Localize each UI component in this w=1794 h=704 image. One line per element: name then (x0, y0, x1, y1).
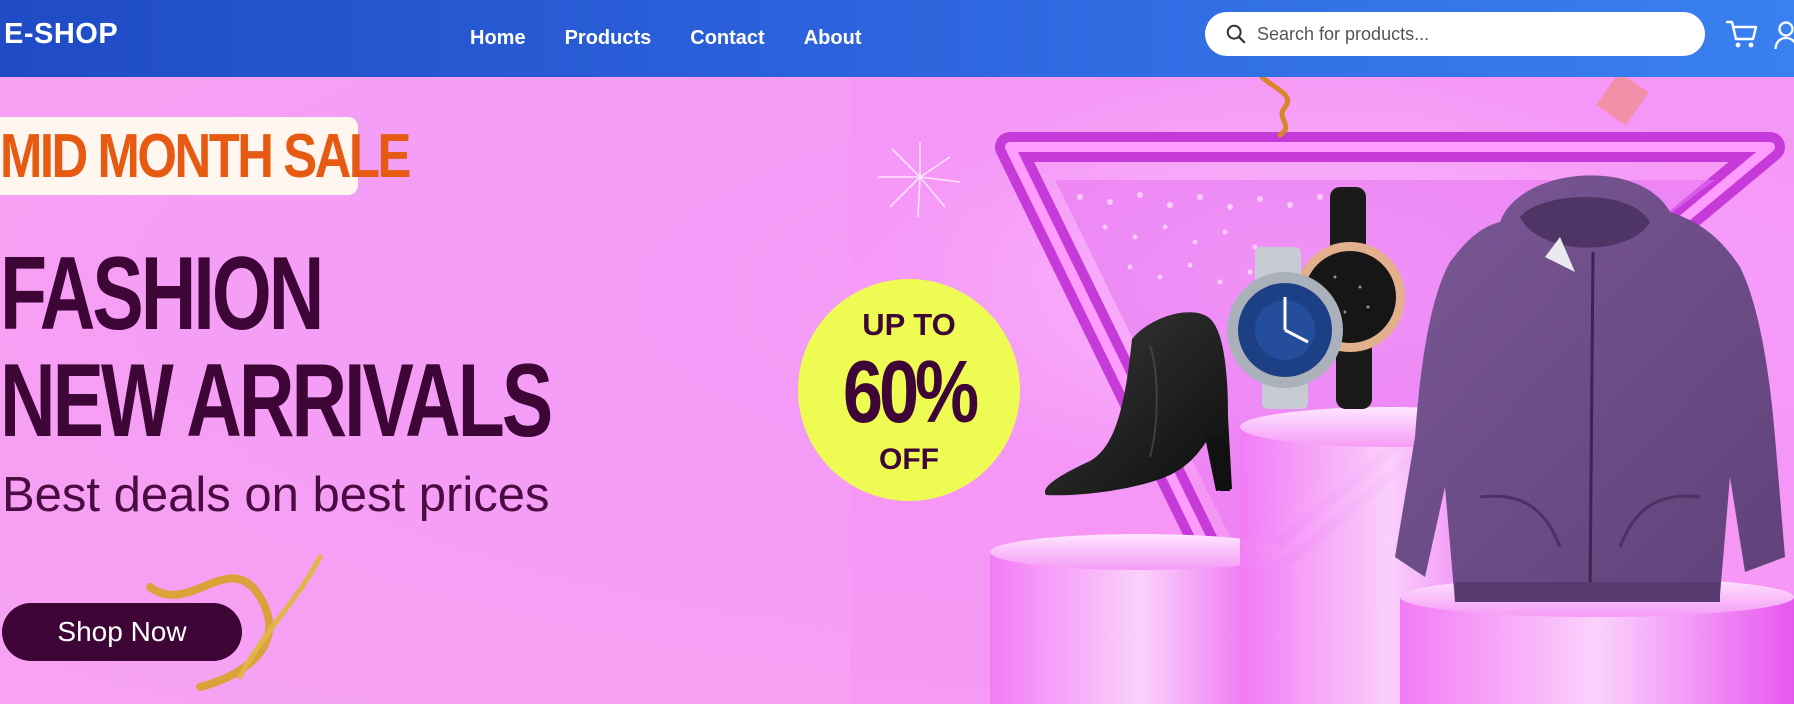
main-nav: Home Products Contact About (470, 0, 861, 77)
hero-subtitle: Best deals on best prices (2, 468, 550, 522)
nav-link-contact[interactable]: Contact (690, 27, 764, 50)
top-navbar: E-SHOP Home Products Contact About (0, 0, 1794, 77)
hero-headline-line1: FASHION (0, 236, 324, 352)
discount-badge-percent: 60% (842, 342, 979, 441)
user-icon[interactable] (1774, 20, 1794, 50)
hero-banner: MID MONTH SALE FASHION NEW ARRIVALS Best… (0, 77, 1794, 704)
discount-badge-line1: UP TO (862, 307, 956, 342)
nav-link-products[interactable]: Products (565, 27, 652, 50)
nav-link-home[interactable]: Home (470, 27, 526, 50)
search-icon[interactable] (1225, 23, 1247, 45)
discount-badge: UP TO 60% OFF (798, 279, 1020, 501)
discount-badge-line3: OFF (879, 443, 939, 476)
site-logo[interactable]: E-SHOP (4, 18, 118, 51)
sale-tag: MID MONTH SALE (0, 117, 411, 195)
nav-link-about[interactable]: About (804, 27, 862, 50)
hero-headline-line2: NEW ARRIVALS (0, 343, 553, 459)
cart-icon[interactable] (1725, 18, 1759, 50)
sale-tag-label: MID MONTH SALE (0, 122, 411, 191)
search-input[interactable] (1257, 18, 1687, 50)
shop-now-button[interactable]: Shop Now (2, 603, 242, 661)
search-bar (1205, 12, 1705, 56)
